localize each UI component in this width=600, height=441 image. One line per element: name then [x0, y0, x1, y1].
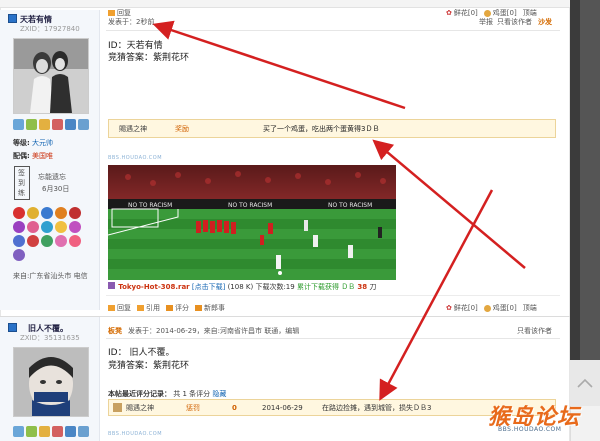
annotation-arrows	[152, 20, 526, 401]
arrow-to-reward	[372, 139, 526, 269]
arrow-to-rate	[379, 189, 494, 401]
forum-page: 回复 ✿ 鲜花[0] 鸡蛋[0] 顶端 天若有情 ZXID：17927840 等…	[0, 0, 600, 441]
arrow-to-post1-date	[152, 20, 406, 110]
